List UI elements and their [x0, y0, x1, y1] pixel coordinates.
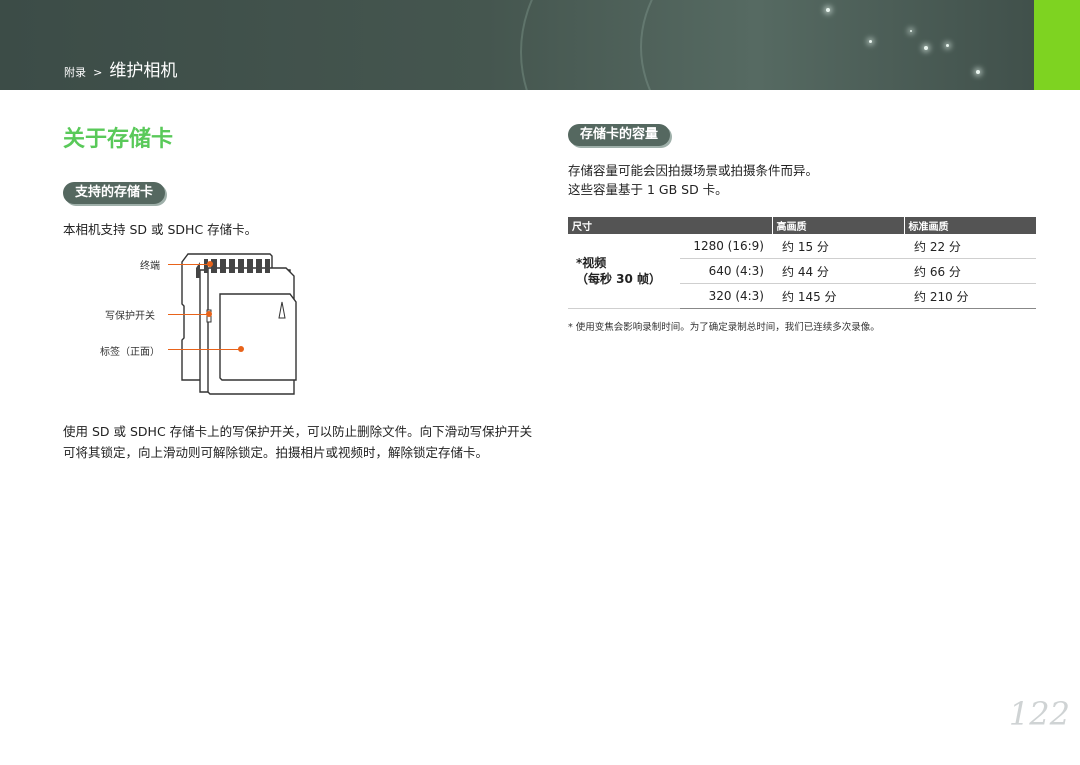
header-size: 尺寸: [568, 217, 773, 234]
table-cell-high: 约 15 分: [772, 234, 904, 259]
capacity-table: 尺寸 高画质 标准画质 *视频 （每秒 30 帧） 1280 (16:9) 约 …: [568, 217, 1036, 309]
capacity-note-line1: 存储容量可能会因拍摄场景或拍摄条件而异。: [568, 163, 819, 178]
section-title-supported-cards: 支持的存储卡: [63, 182, 166, 204]
header-high-quality: 高画质: [772, 217, 905, 234]
sparkle-icon: [946, 44, 949, 47]
table-cell-standard: 约 22 分: [904, 234, 1036, 259]
capacity-note-line2: 这些容量基于 1 GB SD 卡。: [568, 182, 728, 197]
page-number: 122: [1008, 695, 1070, 733]
write-protect-paragraph: 使用 SD 或 SDHC 存储卡上的写保护开关，可以防止删除文件。向下滑动写保护…: [63, 424, 533, 460]
type-label-video: *视频: [576, 256, 607, 270]
table-cell-size: 320 (4:3): [680, 283, 772, 309]
callout-line-front: [168, 349, 242, 350]
breadcrumb-current: 维护相机: [109, 61, 178, 81]
chapter-tab: [1034, 0, 1080, 90]
callout-dot-terminal: [207, 261, 213, 267]
header-standard-quality: 标准画质: [904, 217, 1036, 234]
type-cell-video: *视频 （每秒 30 帧）: [568, 234, 680, 309]
callout-dot-write-protect: [206, 311, 212, 317]
table-footnote: * 使用变焦会影响录制时间。为了确定录制总时间，我们已连续多次录像。: [568, 322, 880, 333]
label-front: 标签（正面）: [100, 347, 160, 358]
callout-line-terminal: [168, 264, 210, 265]
sparkle-icon: [924, 46, 928, 50]
decorative-arc: [640, 0, 1080, 90]
supported-cards-intro: 本相机支持 SD 或 SDHC 存储卡。: [63, 222, 258, 237]
breadcrumb-separator: >: [93, 66, 103, 79]
callout-dot-front: [238, 346, 244, 352]
sparkle-icon: [910, 30, 912, 32]
table-cell-size: 1280 (16:9): [680, 234, 772, 259]
sd-card-illustration: [181, 253, 297, 395]
label-write-protect: 写保护开关: [105, 311, 155, 322]
page-title: 关于存储卡: [63, 127, 174, 152]
callout-line-write-protect: [168, 314, 208, 315]
table-header-row: 尺寸 高画质 标准画质: [568, 217, 1036, 234]
table-row: *视频 （每秒 30 帧） 1280 (16:9) 约 15 分 约 22 分: [568, 234, 1036, 309]
table-cell-high: 约 44 分: [772, 258, 904, 284]
table-cell-standard: 约 210 分: [904, 283, 1036, 309]
section-title-card-capacity: 存储卡的容量: [568, 124, 671, 146]
table-cell-size: 640 (4:3): [680, 258, 772, 284]
table-cell-high: 约 145 分: [772, 283, 904, 309]
breadcrumb: 附录 > 维护相机: [64, 56, 177, 81]
sparkle-icon: [869, 40, 872, 43]
header-banner: 附录 > 维护相机: [0, 0, 1080, 90]
sparkle-icon: [976, 70, 980, 74]
breadcrumb-parent: 附录: [64, 66, 86, 79]
type-label-fps: （每秒 30 帧）: [576, 272, 662, 286]
table-cell-standard: 约 66 分: [904, 258, 1036, 284]
sparkle-icon: [826, 8, 830, 12]
label-terminal: 终端: [140, 261, 160, 272]
